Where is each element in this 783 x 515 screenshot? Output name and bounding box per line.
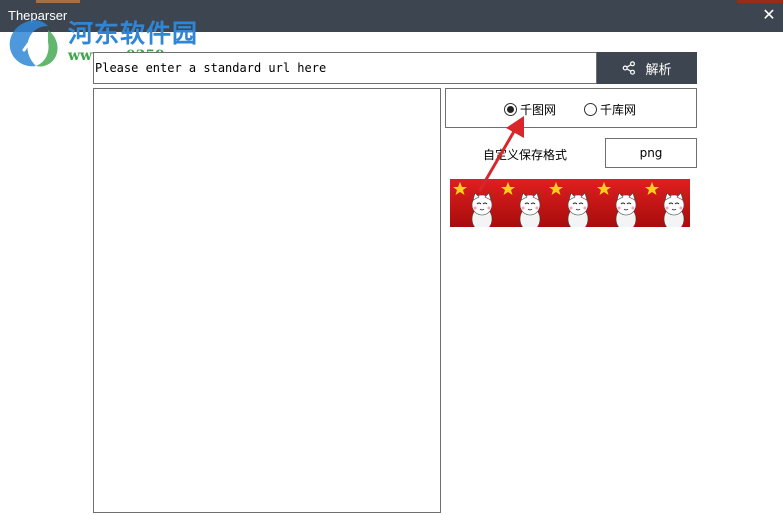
- share-icon: [623, 61, 636, 75]
- close-icon[interactable]: ✕: [759, 4, 779, 26]
- window-title: Theparser: [8, 8, 68, 23]
- radio-qianku-label: 千库网: [600, 103, 637, 117]
- radio-qianku[interactable]: 千库网: [584, 101, 636, 118]
- parse-button[interactable]: 解析: [597, 52, 697, 84]
- radio-qianku-indicator[interactable]: [584, 103, 597, 116]
- title-bar: Theparser ✕: [0, 0, 783, 32]
- format-input[interactable]: [605, 138, 697, 168]
- parse-button-label: 解析: [645, 62, 672, 78]
- result-pane[interactable]: [93, 88, 441, 513]
- url-input[interactable]: [93, 52, 597, 84]
- window-edge-decoration: [737, 0, 783, 3]
- annotation-arrow-icon: [478, 116, 524, 192]
- window-edge-decoration: [36, 0, 80, 3]
